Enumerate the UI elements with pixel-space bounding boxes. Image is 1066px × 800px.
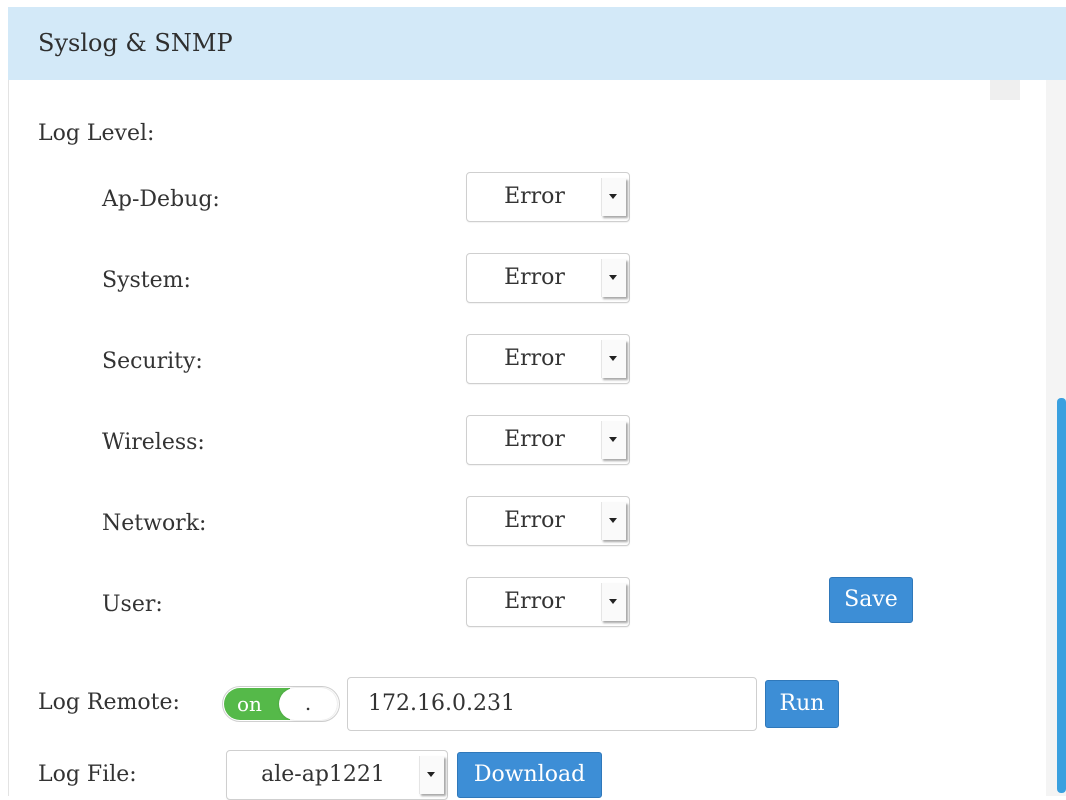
- wireless-level-value: Error: [504, 427, 565, 452]
- chevron-down-icon: [601, 421, 626, 459]
- run-button[interactable]: Run: [765, 680, 839, 728]
- toggle-knob: .: [279, 688, 337, 720]
- log-remote-server-input[interactable]: 172.16.0.231: [347, 677, 757, 731]
- wireless-label: Wireless:: [102, 430, 205, 455]
- log-remote-label: Log Remote:: [38, 690, 180, 715]
- log-remote-toggle[interactable]: on .: [222, 686, 340, 722]
- security-level-value: Error: [504, 346, 565, 371]
- log-file-value: ale-ap1221: [261, 762, 385, 787]
- download-button[interactable]: Download: [457, 752, 602, 798]
- log-file-label: Log File:: [38, 762, 137, 787]
- security-label: Security:: [102, 349, 203, 374]
- log-level-label: Log Level:: [38, 121, 155, 146]
- network-level-select[interactable]: Error: [466, 496, 630, 546]
- chevron-down-icon: [601, 259, 626, 297]
- ap-debug-label: Ap-Debug:: [102, 187, 220, 212]
- security-level-select[interactable]: Error: [466, 334, 630, 384]
- user-level-value: Error: [504, 589, 565, 614]
- log-file-select[interactable]: ale-ap1221: [226, 750, 448, 800]
- system-label: System:: [102, 268, 191, 293]
- system-level-select[interactable]: Error: [466, 253, 630, 303]
- system-level-value: Error: [504, 265, 565, 290]
- chevron-down-icon: [601, 583, 626, 621]
- panel-header: Syslog & SNMP: [8, 7, 1066, 80]
- save-button[interactable]: Save: [829, 577, 913, 623]
- network-level-value: Error: [504, 508, 565, 533]
- scrollbar-thumb[interactable]: [1057, 398, 1066, 793]
- network-label: Network:: [102, 511, 207, 536]
- wireless-level-select[interactable]: Error: [466, 415, 630, 465]
- ap-debug-level-select[interactable]: Error: [466, 172, 630, 222]
- ap-debug-level-value: Error: [504, 184, 565, 209]
- chevron-down-icon: [419, 756, 444, 794]
- user-level-select[interactable]: Error: [466, 577, 630, 627]
- chevron-down-icon: [601, 178, 626, 216]
- page-title: Syslog & SNMP: [38, 29, 233, 57]
- chevron-down-icon: [601, 502, 626, 540]
- user-label: User:: [102, 592, 163, 617]
- scroll-corner: [990, 80, 1020, 100]
- chevron-down-icon: [601, 340, 626, 378]
